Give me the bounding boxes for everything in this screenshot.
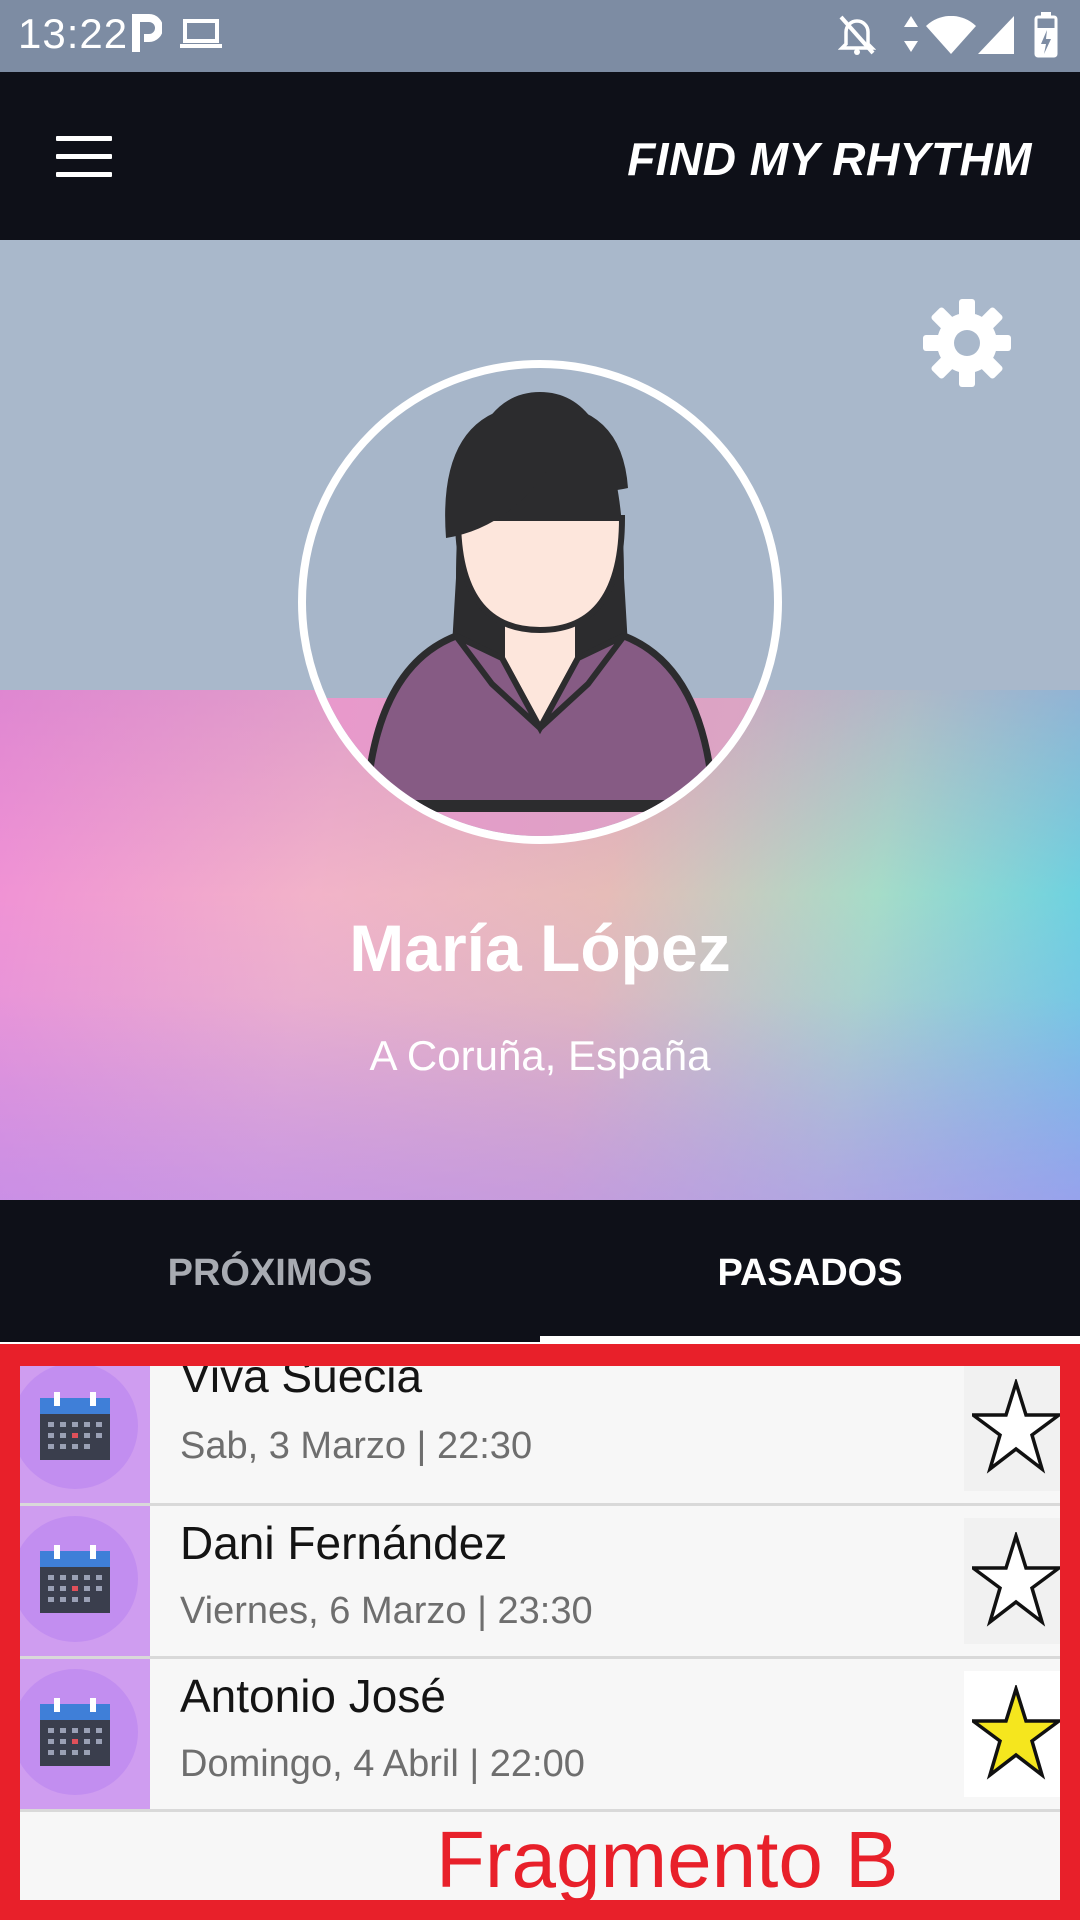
user-name: María López xyxy=(349,911,731,985)
favorite-star-icon[interactable] xyxy=(964,1365,1060,1491)
favorite-star-icon[interactable] xyxy=(964,1518,1060,1644)
profile-header: María López A Coruña, España xyxy=(0,240,1080,1200)
status-time: 13:22 xyxy=(18,10,129,57)
tab-past[interactable]: PASADOS xyxy=(540,1200,1080,1342)
avatar[interactable] xyxy=(298,360,782,844)
event-title: Dani Fernández xyxy=(180,1517,508,1569)
calendar-icon xyxy=(40,1392,110,1460)
woman-avatar-icon xyxy=(362,392,718,812)
list-item[interactable]: Viva Suecia Sab, 3 Marzo | 22:30 xyxy=(12,1350,1060,1506)
event-date: Viernes, 6 Marzo | 23:30 xyxy=(180,1590,593,1632)
event-date: Sab, 3 Marzo | 22:30 xyxy=(180,1425,533,1467)
gear-icon[interactable] xyxy=(920,296,1014,390)
event-title: Viva Suecia xyxy=(180,1350,423,1402)
wifi-icon xyxy=(926,15,976,61)
signal-icon xyxy=(978,16,1014,61)
calendar-icon xyxy=(40,1545,110,1613)
status-bar: 13:22 xyxy=(0,0,1080,72)
tab-bar: PRÓXIMOS PASADOS xyxy=(0,1200,1080,1342)
battery-icon xyxy=(1034,12,1058,63)
hamburger-menu-icon[interactable] xyxy=(56,136,112,178)
laptop-icon xyxy=(180,18,222,55)
annotation-label: Fragmento B xyxy=(436,1815,899,1904)
data-arrows-icon xyxy=(902,14,920,59)
tab-upcoming[interactable]: PRÓXIMOS xyxy=(0,1200,540,1342)
parking-icon xyxy=(132,14,163,59)
app-bar: FIND MY RHYTHM xyxy=(0,72,1080,240)
favorite-star-icon[interactable] xyxy=(964,1671,1060,1797)
notifications-off-icon xyxy=(837,14,877,61)
tab-selected-indicator xyxy=(540,1336,1080,1342)
app-title: FIND MY RHYTHM xyxy=(627,133,1032,185)
user-location: A Coruña, España xyxy=(369,1032,711,1079)
event-title: Antonio José xyxy=(180,1670,446,1722)
list-item[interactable]: Dani Fernández Viernes, 6 Marzo | 23:30 xyxy=(12,1506,1060,1659)
calendar-icon xyxy=(40,1698,110,1766)
event-date: Domingo, 4 Abril | 22:00 xyxy=(180,1743,585,1785)
list-item[interactable]: Antonio José Domingo, 4 Abril | 22:00 xyxy=(12,1659,1060,1812)
